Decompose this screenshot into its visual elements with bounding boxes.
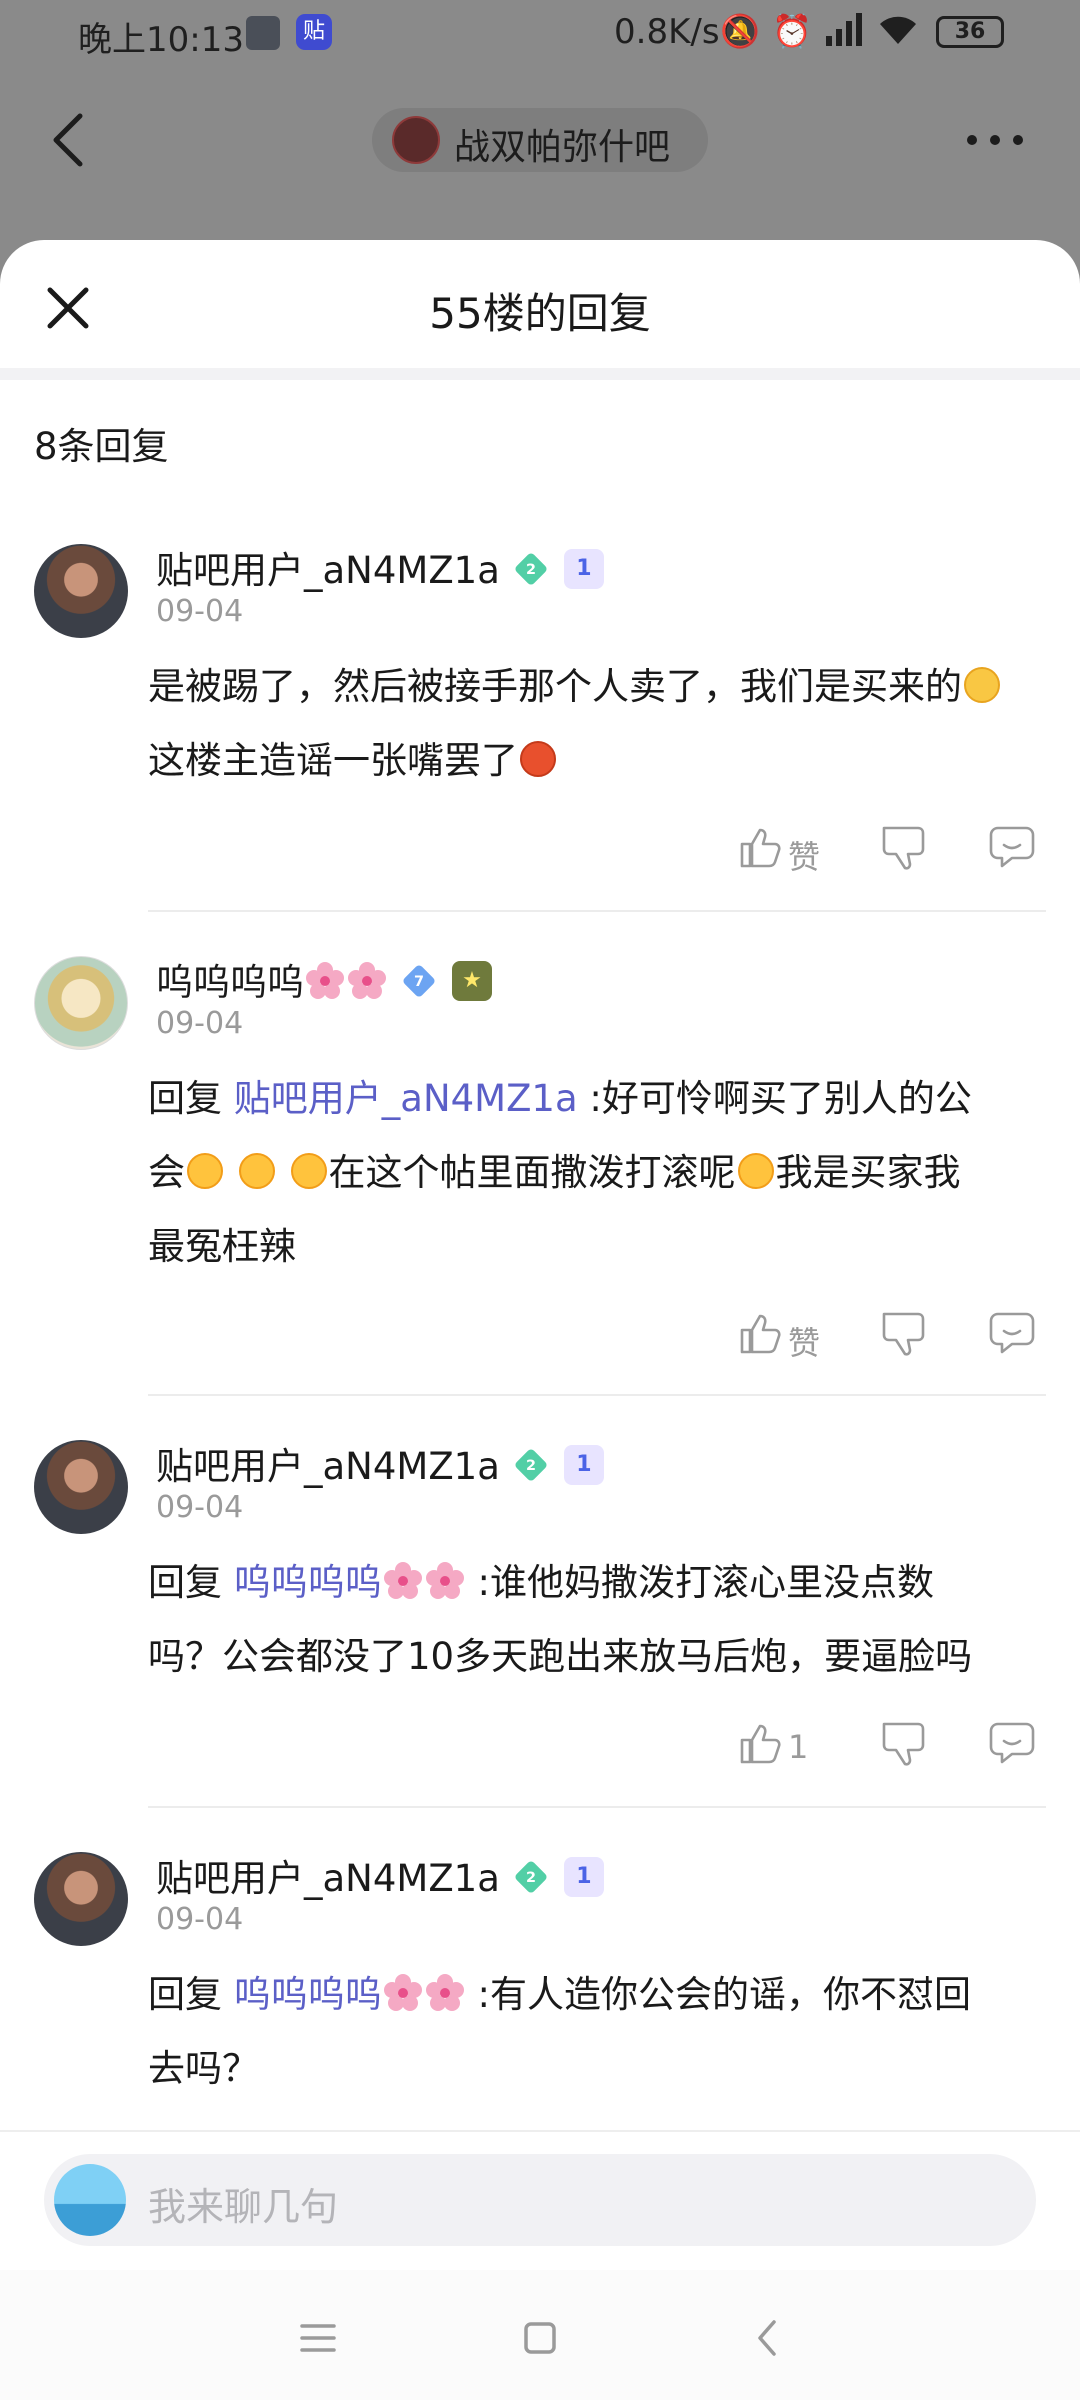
reply-actions: 赞 [0, 824, 1080, 884]
cherry-blossom-icon [306, 961, 344, 999]
reply-actions: 赞 [0, 1310, 1080, 1370]
battery-indicator: 36 [936, 16, 1004, 48]
username[interactable]: 贴吧用户_aN4MZ1a 2 1 [156, 1436, 604, 1490]
like-button[interactable]: 1 [738, 1720, 848, 1780]
dislike-button[interactable] [880, 1720, 930, 1780]
dislike-button[interactable] [880, 1310, 930, 1370]
menu-button[interactable] [288, 2308, 348, 2368]
sheet-header: 55楼的回复 [0, 240, 1080, 368]
rank-badge: 1 [563, 548, 604, 589]
reply-date: 09-04 [156, 1006, 244, 1041]
tieba-notification-icon: 贴 [296, 14, 332, 50]
home-button[interactable] [510, 2308, 570, 2368]
like-count: 1 [788, 1728, 809, 1766]
angry-emoji-icon [520, 740, 556, 777]
network-speed: 0.8K/s [614, 12, 720, 52]
forum-pill[interactable]: 战双帕弥什吧 [372, 108, 708, 172]
reply-count: 8条回复 [34, 425, 169, 468]
comment-input[interactable]: 我来聊几句 [44, 2154, 1036, 2246]
reply-divider [148, 1806, 1046, 1808]
dislike-button[interactable] [880, 824, 930, 884]
sheet-title: 55楼的回复 [429, 289, 651, 338]
input-placeholder: 我来聊几句 [148, 2185, 339, 2229]
mention-link[interactable]: 呜呜呜呜 [234, 1973, 466, 2016]
tongue-emoji-icon [238, 1152, 275, 1189]
comment-button[interactable] [988, 1310, 1040, 1370]
system-nav-bar [0, 2270, 1080, 2400]
thumbs-down-icon [882, 1312, 925, 1356]
more-dots-icon [967, 135, 1023, 145]
back-triangle-icon [758, 2320, 776, 2356]
username[interactable]: 呜呜呜呜 7 ★ [156, 952, 492, 1006]
header-divider [0, 368, 1080, 380]
comment-button[interactable] [988, 824, 1040, 884]
cherry-blossom-icon [383, 1973, 422, 2011]
forum-name: 战双帕弥什吧 [454, 127, 671, 168]
notification-app-icon [246, 16, 280, 50]
thumbs-up-icon [740, 828, 781, 868]
like-button[interactable]: 赞 [738, 1310, 848, 1370]
mention-link[interactable]: 贴吧用户_aN4MZ1a [234, 1077, 578, 1120]
user-avatar [54, 2164, 126, 2236]
reply-content: 回复 呜呜呜呜 :有人造你公会的谣，你不怼回 去吗？ [148, 1973, 971, 2090]
thumbs-down-icon [882, 826, 925, 870]
mention-link[interactable]: 呜呜呜呜 [234, 1561, 466, 1604]
username[interactable]: 贴吧用户_aN4MZ1a 2 1 [156, 540, 604, 594]
comment-input-bar: 我来聊几句 [0, 2130, 1080, 2270]
rank-badge: 1 [563, 1856, 604, 1897]
reply-divider [148, 1394, 1046, 1396]
cherry-blossom-icon [383, 1561, 422, 1599]
level-badge: 2 [513, 551, 549, 586]
tongue-emoji-icon [737, 1152, 774, 1189]
comment-icon [989, 1722, 1035, 1764]
reply-actions: 1 [0, 1720, 1080, 1780]
signal-icon [824, 12, 864, 54]
avatar[interactable] [34, 544, 128, 638]
cherry-blossom-icon [348, 961, 386, 999]
level-badge: 7 [401, 963, 437, 998]
mute-icon: 🔕 [720, 12, 760, 50]
reply-divider [148, 910, 1046, 912]
like-button[interactable]: 赞 [738, 824, 848, 884]
chevron-left-icon [53, 113, 83, 167]
menu-icon [300, 2324, 336, 2352]
level-badge: 2 [513, 1447, 549, 1482]
more-button[interactable] [960, 110, 1030, 170]
reply-sheet: 55楼的回复 8条回复 贴吧用户_aN4MZ1a 2 1 09-04 是被踢了，然后… [0, 240, 1080, 2400]
avatar[interactable] [34, 1440, 128, 1534]
surprised-emoji-icon [964, 666, 1000, 703]
status-bar: 晚上10:13 贴 0.8K/s 🔕 ⏰ 36 [0, 0, 1080, 66]
avatar[interactable] [34, 1852, 128, 1946]
forum-avatar [392, 116, 440, 164]
tongue-emoji-icon [187, 1152, 223, 1189]
username[interactable]: 贴吧用户_aN4MZ1a 2 1 [156, 1848, 604, 1902]
avatar[interactable] [34, 956, 128, 1050]
reply-content: 回复 贴吧用户_aN4MZ1a :好可怜啊买了别人的公 会 在这个帖里面撒泼打滚… [148, 1077, 972, 1268]
thumbs-down-icon [882, 1722, 925, 1766]
thumbs-up-icon [740, 1724, 781, 1764]
cherry-blossom-icon [425, 1973, 464, 2011]
reply-date: 09-04 [156, 1902, 244, 1937]
back-button[interactable] [40, 100, 100, 180]
back-nav-button[interactable] [738, 2308, 798, 2368]
thumbs-up-icon [740, 1314, 781, 1354]
comment-button[interactable] [988, 1720, 1040, 1780]
home-square-icon [524, 2322, 556, 2354]
reply-content: 是被踢了，然后被接手那个人卖了，我们是买来的 这楼主造谣一张嘴罢了 [148, 650, 1038, 798]
status-time: 晚上10:13 [78, 20, 244, 60]
top-nav: 战双帕弥什吧 [0, 80, 1080, 200]
level-badge: 2 [513, 1859, 549, 1894]
reply-date: 09-04 [156, 594, 244, 629]
reply-date: 09-04 [156, 1490, 244, 1525]
reply-content: 回复 呜呜呜呜 :谁他妈撒泼打滚心里没点数 吗？公会都没了10多天跑出来放马后炮… [148, 1561, 973, 1678]
comment-icon [989, 826, 1035, 868]
comment-icon [989, 1312, 1035, 1354]
tongue-emoji-icon [290, 1152, 327, 1189]
alarm-icon: ⏰ [772, 12, 812, 50]
wifi-icon [876, 12, 920, 54]
rank-badge: 1 [563, 1444, 604, 1485]
cherry-blossom-icon [425, 1561, 464, 1599]
rank-badge: ★ [452, 960, 492, 1001]
